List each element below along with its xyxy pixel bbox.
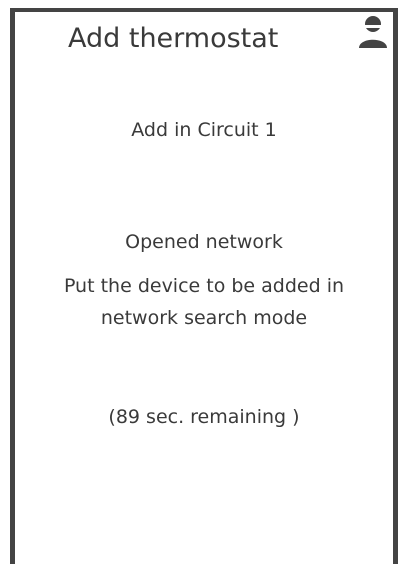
instruction-line-1: Put the device to be added in [63, 275, 345, 297]
instruction-line-2: network search mode [100, 307, 308, 329]
countdown-text: (89 sec. remaining ) [108, 406, 300, 428]
add-thermostat-screen: Add thermostat Add in Circuit 1 Opened n… [0, 0, 406, 564]
frame-right-border [393, 8, 398, 564]
user-icon [359, 16, 387, 48]
frame-top-border [10, 8, 398, 12]
page-title: Add thermostat [68, 23, 279, 54]
circuit-label: Add in Circuit 1 [131, 119, 277, 141]
network-status: Opened network [125, 231, 283, 253]
user-button[interactable] [356, 14, 390, 50]
